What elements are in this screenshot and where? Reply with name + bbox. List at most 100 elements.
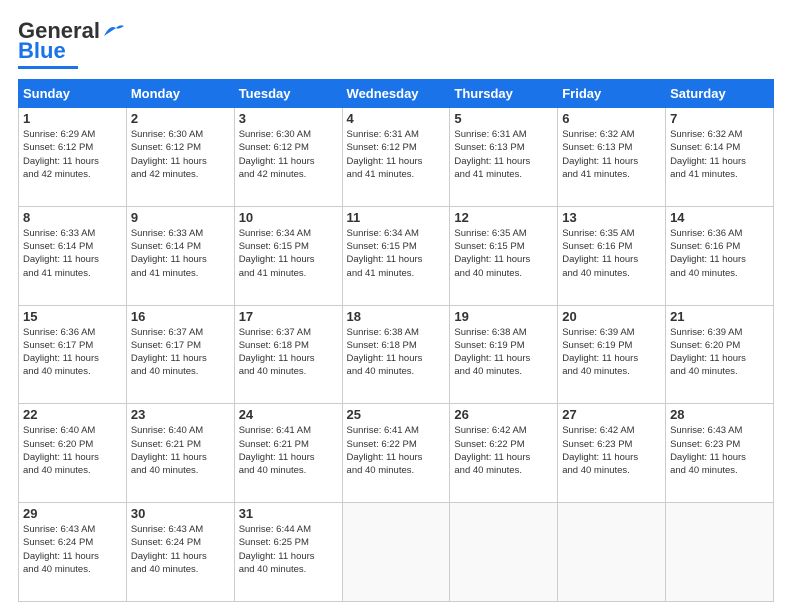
- day-number: 3: [239, 111, 338, 126]
- day-cell: 23 Sunrise: 6:40 AMSunset: 6:21 PMDaylig…: [126, 404, 234, 503]
- day-cell: 15 Sunrise: 6:36 AMSunset: 6:17 PMDaylig…: [19, 305, 127, 404]
- calendar-table: SundayMondayTuesdayWednesdayThursdayFrid…: [18, 79, 774, 602]
- day-cell: 25 Sunrise: 6:41 AMSunset: 6:22 PMDaylig…: [342, 404, 450, 503]
- day-number: 9: [131, 210, 230, 225]
- day-detail: Sunrise: 6:32 AMSunset: 6:13 PMDaylight:…: [562, 128, 661, 181]
- day-detail: Sunrise: 6:43 AMSunset: 6:24 PMDaylight:…: [131, 523, 230, 576]
- day-number: 30: [131, 506, 230, 521]
- day-cell: [342, 503, 450, 602]
- day-cell: 13 Sunrise: 6:35 AMSunset: 6:16 PMDaylig…: [558, 206, 666, 305]
- day-detail: Sunrise: 6:39 AMSunset: 6:19 PMDaylight:…: [562, 326, 661, 379]
- day-cell: 18 Sunrise: 6:38 AMSunset: 6:18 PMDaylig…: [342, 305, 450, 404]
- day-detail: Sunrise: 6:29 AMSunset: 6:12 PMDaylight:…: [23, 128, 122, 181]
- day-cell: 11 Sunrise: 6:34 AMSunset: 6:15 PMDaylig…: [342, 206, 450, 305]
- col-header-saturday: Saturday: [666, 80, 774, 108]
- day-cell: 27 Sunrise: 6:42 AMSunset: 6:23 PMDaylig…: [558, 404, 666, 503]
- day-number: 2: [131, 111, 230, 126]
- logo-blue: Blue: [18, 38, 66, 64]
- day-detail: Sunrise: 6:31 AMSunset: 6:13 PMDaylight:…: [454, 128, 553, 181]
- logo: General Blue: [18, 18, 124, 69]
- col-header-friday: Friday: [558, 80, 666, 108]
- day-detail: Sunrise: 6:34 AMSunset: 6:15 PMDaylight:…: [347, 227, 446, 280]
- day-detail: Sunrise: 6:32 AMSunset: 6:14 PMDaylight:…: [670, 128, 769, 181]
- day-number: 22: [23, 407, 122, 422]
- day-number: 8: [23, 210, 122, 225]
- day-cell: 1 Sunrise: 6:29 AMSunset: 6:12 PMDayligh…: [19, 108, 127, 207]
- day-cell: 31 Sunrise: 6:44 AMSunset: 6:25 PMDaylig…: [234, 503, 342, 602]
- day-number: 27: [562, 407, 661, 422]
- day-number: 18: [347, 309, 446, 324]
- logo-bird-icon: [102, 22, 124, 40]
- day-number: 16: [131, 309, 230, 324]
- day-cell: 22 Sunrise: 6:40 AMSunset: 6:20 PMDaylig…: [19, 404, 127, 503]
- day-number: 19: [454, 309, 553, 324]
- day-detail: Sunrise: 6:41 AMSunset: 6:22 PMDaylight:…: [347, 424, 446, 477]
- day-detail: Sunrise: 6:34 AMSunset: 6:15 PMDaylight:…: [239, 227, 338, 280]
- day-cell: 17 Sunrise: 6:37 AMSunset: 6:18 PMDaylig…: [234, 305, 342, 404]
- day-cell: 19 Sunrise: 6:38 AMSunset: 6:19 PMDaylig…: [450, 305, 558, 404]
- day-detail: Sunrise: 6:35 AMSunset: 6:15 PMDaylight:…: [454, 227, 553, 280]
- day-detail: Sunrise: 6:38 AMSunset: 6:18 PMDaylight:…: [347, 326, 446, 379]
- day-detail: Sunrise: 6:44 AMSunset: 6:25 PMDaylight:…: [239, 523, 338, 576]
- day-cell: [558, 503, 666, 602]
- day-number: 31: [239, 506, 338, 521]
- day-number: 20: [562, 309, 661, 324]
- day-detail: Sunrise: 6:33 AMSunset: 6:14 PMDaylight:…: [131, 227, 230, 280]
- day-number: 21: [670, 309, 769, 324]
- day-cell: 30 Sunrise: 6:43 AMSunset: 6:24 PMDaylig…: [126, 503, 234, 602]
- day-detail: Sunrise: 6:35 AMSunset: 6:16 PMDaylight:…: [562, 227, 661, 280]
- day-cell: 6 Sunrise: 6:32 AMSunset: 6:13 PMDayligh…: [558, 108, 666, 207]
- day-cell: 10 Sunrise: 6:34 AMSunset: 6:15 PMDaylig…: [234, 206, 342, 305]
- col-header-thursday: Thursday: [450, 80, 558, 108]
- day-detail: Sunrise: 6:43 AMSunset: 6:23 PMDaylight:…: [670, 424, 769, 477]
- day-detail: Sunrise: 6:42 AMSunset: 6:22 PMDaylight:…: [454, 424, 553, 477]
- day-number: 7: [670, 111, 769, 126]
- col-header-tuesday: Tuesday: [234, 80, 342, 108]
- day-detail: Sunrise: 6:36 AMSunset: 6:16 PMDaylight:…: [670, 227, 769, 280]
- day-number: 10: [239, 210, 338, 225]
- day-detail: Sunrise: 6:43 AMSunset: 6:24 PMDaylight:…: [23, 523, 122, 576]
- col-header-monday: Monday: [126, 80, 234, 108]
- day-number: 14: [670, 210, 769, 225]
- col-header-wednesday: Wednesday: [342, 80, 450, 108]
- calendar-body: 1 Sunrise: 6:29 AMSunset: 6:12 PMDayligh…: [19, 108, 774, 602]
- day-cell: 26 Sunrise: 6:42 AMSunset: 6:22 PMDaylig…: [450, 404, 558, 503]
- week-row-2: 8 Sunrise: 6:33 AMSunset: 6:14 PMDayligh…: [19, 206, 774, 305]
- day-number: 13: [562, 210, 661, 225]
- day-number: 6: [562, 111, 661, 126]
- week-row-3: 15 Sunrise: 6:36 AMSunset: 6:17 PMDaylig…: [19, 305, 774, 404]
- day-detail: Sunrise: 6:40 AMSunset: 6:20 PMDaylight:…: [23, 424, 122, 477]
- day-cell: 29 Sunrise: 6:43 AMSunset: 6:24 PMDaylig…: [19, 503, 127, 602]
- day-number: 11: [347, 210, 446, 225]
- week-row-5: 29 Sunrise: 6:43 AMSunset: 6:24 PMDaylig…: [19, 503, 774, 602]
- day-cell: 5 Sunrise: 6:31 AMSunset: 6:13 PMDayligh…: [450, 108, 558, 207]
- day-number: 28: [670, 407, 769, 422]
- day-number: 25: [347, 407, 446, 422]
- day-number: 17: [239, 309, 338, 324]
- day-cell: 28 Sunrise: 6:43 AMSunset: 6:23 PMDaylig…: [666, 404, 774, 503]
- day-detail: Sunrise: 6:39 AMSunset: 6:20 PMDaylight:…: [670, 326, 769, 379]
- day-detail: Sunrise: 6:42 AMSunset: 6:23 PMDaylight:…: [562, 424, 661, 477]
- day-number: 26: [454, 407, 553, 422]
- day-number: 5: [454, 111, 553, 126]
- page: General Blue SundayMondayTuesdayWednesda…: [0, 0, 792, 612]
- day-cell: 8 Sunrise: 6:33 AMSunset: 6:14 PMDayligh…: [19, 206, 127, 305]
- day-cell: 16 Sunrise: 6:37 AMSunset: 6:17 PMDaylig…: [126, 305, 234, 404]
- day-cell: 4 Sunrise: 6:31 AMSunset: 6:12 PMDayligh…: [342, 108, 450, 207]
- day-detail: Sunrise: 6:37 AMSunset: 6:17 PMDaylight:…: [131, 326, 230, 379]
- day-cell: 9 Sunrise: 6:33 AMSunset: 6:14 PMDayligh…: [126, 206, 234, 305]
- day-cell: 2 Sunrise: 6:30 AMSunset: 6:12 PMDayligh…: [126, 108, 234, 207]
- day-number: 24: [239, 407, 338, 422]
- day-number: 23: [131, 407, 230, 422]
- col-header-sunday: Sunday: [19, 80, 127, 108]
- day-detail: Sunrise: 6:41 AMSunset: 6:21 PMDaylight:…: [239, 424, 338, 477]
- day-cell: [666, 503, 774, 602]
- day-cell: 14 Sunrise: 6:36 AMSunset: 6:16 PMDaylig…: [666, 206, 774, 305]
- day-detail: Sunrise: 6:30 AMSunset: 6:12 PMDaylight:…: [131, 128, 230, 181]
- day-number: 4: [347, 111, 446, 126]
- day-number: 12: [454, 210, 553, 225]
- day-number: 15: [23, 309, 122, 324]
- day-cell: 7 Sunrise: 6:32 AMSunset: 6:14 PMDayligh…: [666, 108, 774, 207]
- day-detail: Sunrise: 6:30 AMSunset: 6:12 PMDaylight:…: [239, 128, 338, 181]
- week-row-4: 22 Sunrise: 6:40 AMSunset: 6:20 PMDaylig…: [19, 404, 774, 503]
